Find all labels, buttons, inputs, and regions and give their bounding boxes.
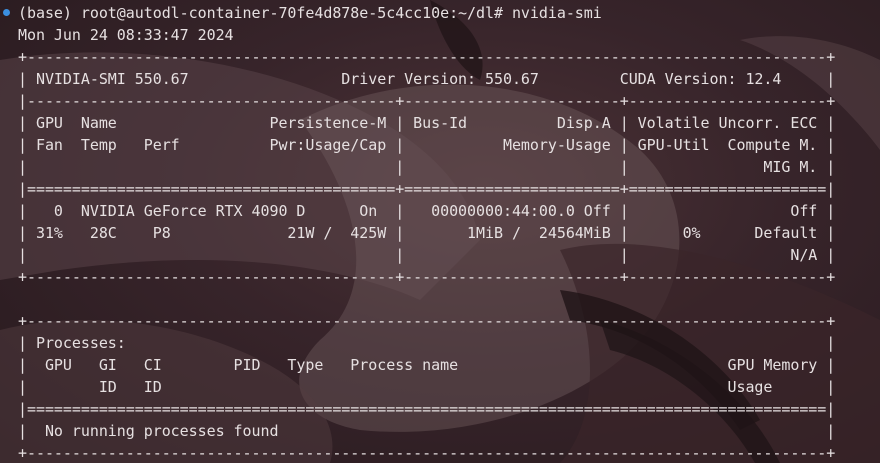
processes-border-top: +---------------------------------------… xyxy=(18,312,836,330)
table-border-top: +---------------------------------------… xyxy=(18,48,836,66)
processes-header-row-2: | ID ID Usage | xyxy=(18,378,836,396)
table-divider: |---------------------------------------… xyxy=(18,92,836,110)
gpu-header-row-3: | | | MIG M. | xyxy=(18,158,836,176)
processes-separator: |=======================================… xyxy=(18,400,836,418)
prompt-status-dot xyxy=(3,9,10,16)
gpu-row-2: | 31% 28C P8 21W / 425W | 1MiB / 24564Mi… xyxy=(18,224,836,242)
table-border-bottom: +---------------------------------------… xyxy=(18,268,836,286)
gpu-header-separator: |=======================================… xyxy=(18,180,836,198)
processes-border-bottom: +---------------------------------------… xyxy=(18,444,836,462)
gpu-row-3: | | | N/A | xyxy=(18,246,836,264)
terminal-window[interactable]: (base) root@autodl-container-70fe4d878e-… xyxy=(0,0,880,463)
command-prompt-line: (base) root@autodl-container-70fe4d878e-… xyxy=(18,4,602,22)
terminal-output: (base) root@autodl-container-70fe4d878e-… xyxy=(18,2,835,463)
processes-title: | Processes: | xyxy=(18,334,836,352)
processes-header-row-1: | GPU GI CI PID Type Process name GPU Me… xyxy=(18,356,836,374)
gpu-row-1: | 0 NVIDIA GeForce RTX 4090 D On | 00000… xyxy=(18,202,836,220)
gpu-header-row-1: | GPU Name Persistence-M | Bus-Id Disp.A… xyxy=(18,114,836,132)
version-info-line: | NVIDIA-SMI 550.67 Driver Version: 550.… xyxy=(18,70,836,88)
timestamp-line: Mon Jun 24 08:33:47 2024 xyxy=(18,26,234,44)
gpu-header-row-2: | Fan Temp Perf Pwr:Usage/Cap | Memory-U… xyxy=(18,136,836,154)
no-processes-message: | No running processes found | xyxy=(18,422,836,440)
